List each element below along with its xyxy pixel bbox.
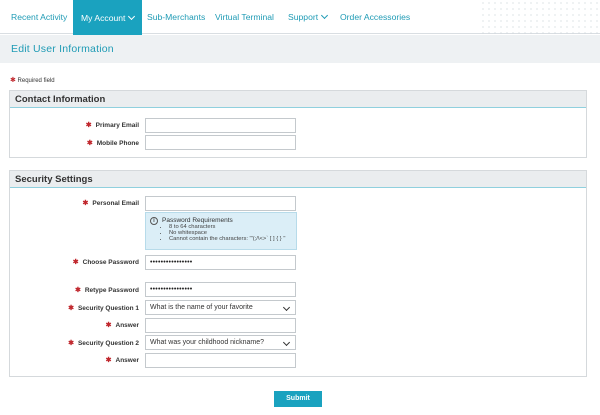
answer-2-label: ✱ Answer	[9, 356, 139, 364]
retype-password-label-text: Retype Password	[84, 287, 139, 294]
asterisk-icon: ✱	[72, 259, 79, 266]
choose-password-label-text: Choose Password	[82, 259, 139, 266]
nav-support-label: Support	[288, 12, 319, 22]
nav-order-accessories[interactable]: Order Accessories	[340, 0, 410, 34]
answer-1-field[interactable]	[145, 318, 296, 333]
answer-1-label-text: Answer	[115, 322, 139, 329]
password-requirements-box: i Password Requirements 8 to 64 characte…	[145, 212, 297, 250]
personal-email-field[interactable]	[145, 196, 296, 211]
asterisk-icon: ✱	[10, 77, 16, 84]
top-nav: Recent Activity My Account Sub-Merchants…	[0, 0, 600, 36]
security-heading: Security Settings	[10, 171, 586, 188]
decorative-dot-pattern	[480, 0, 600, 34]
choose-password-field[interactable]: ••••••••••••••••	[145, 255, 296, 270]
required-note-text: Required field	[17, 78, 55, 84]
nav-my-account[interactable]: My Account	[73, 0, 143, 36]
chevron-down-icon	[128, 12, 136, 21]
mobile-phone-field[interactable]	[145, 135, 296, 150]
security-question-2-value: What was your childhood nickname?	[150, 339, 265, 346]
security-question-2-select[interactable]: What was your childhood nickname?	[145, 335, 296, 350]
security-question-1-select[interactable]: What is the name of your favorite	[145, 300, 296, 315]
answer-1-label: ✱ Answer	[9, 321, 139, 329]
required-note: ✱ Required field	[10, 76, 55, 84]
security-question-1-value: What is the name of your favorite	[150, 304, 253, 311]
chevron-down-icon	[282, 303, 291, 312]
list-item: Cannot contain the characters: '"(;/\<>`…	[169, 236, 294, 242]
nav-my-account-label: My Account	[81, 13, 126, 23]
security-question-1-label-text: Security Question 1	[77, 305, 139, 312]
asterisk-icon: ✱	[82, 200, 89, 207]
retype-password-field[interactable]: ••••••••••••••••	[145, 282, 296, 297]
nav-virtual-terminal[interactable]: Virtual Terminal	[215, 0, 274, 34]
asterisk-icon: ✱	[105, 357, 112, 364]
page-header: Edit User Information	[0, 35, 600, 63]
answer-2-field[interactable]	[145, 353, 296, 368]
primary-email-field[interactable]	[145, 118, 296, 133]
security-question-2-label: ✱ Security Question 2	[9, 339, 139, 347]
answer-2-label-text: Answer	[115, 357, 139, 364]
nav-support[interactable]: Support	[288, 0, 329, 34]
security-question-2-label-text: Security Question 2	[77, 340, 139, 347]
retype-password-label: ✱ Retype Password	[9, 286, 139, 294]
password-requirements-title: Password Requirements	[162, 217, 233, 224]
page-title: Edit User Information	[11, 43, 114, 55]
security-question-1-label: ✱ Security Question 1	[9, 304, 139, 312]
password-requirements-list: 8 to 64 characters No whitespace Cannot …	[169, 224, 294, 242]
choose-password-label: ✱ Choose Password	[9, 258, 139, 266]
info-icon: i	[150, 217, 158, 225]
chevron-down-icon	[282, 338, 291, 347]
submit-button[interactable]: Submit	[274, 391, 322, 407]
asterisk-icon: ✱	[74, 287, 81, 294]
asterisk-icon: ✱	[85, 122, 92, 129]
mobile-phone-label: ✱ Mobile Phone	[9, 139, 139, 147]
asterisk-icon: ✱	[68, 340, 74, 347]
asterisk-icon: ✱	[86, 140, 93, 147]
mobile-phone-label-text: Mobile Phone	[96, 140, 139, 147]
personal-email-label-text: Personal Email	[92, 200, 139, 207]
contact-heading: Contact Information	[10, 91, 586, 108]
primary-email-label-text: Primary Email	[95, 122, 139, 129]
asterisk-icon: ✱	[68, 305, 74, 312]
nav-recent-activity[interactable]: Recent Activity	[11, 0, 67, 34]
asterisk-icon: ✱	[105, 322, 112, 329]
nav-sub-merchants[interactable]: Sub-Merchants	[147, 0, 205, 34]
personal-email-label: ✱ Personal Email	[9, 199, 139, 207]
primary-email-label: ✱ Primary Email	[9, 121, 139, 129]
chevron-down-icon	[321, 11, 329, 20]
